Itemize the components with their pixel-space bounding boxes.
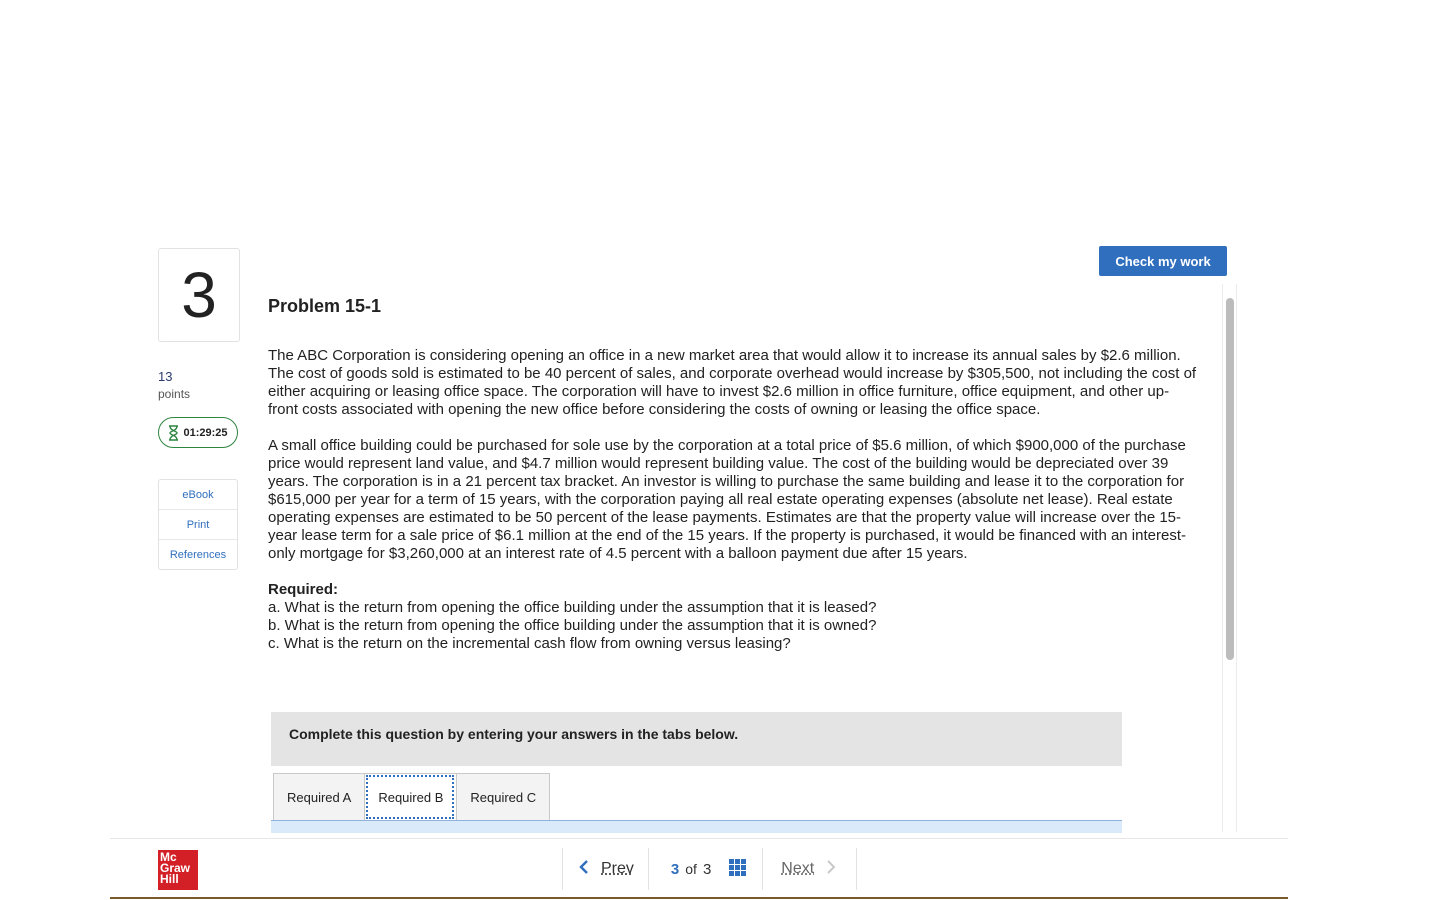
instructions-banner: Complete this question by entering your … [271, 712, 1122, 766]
prev-button[interactable]: Prev [562, 848, 649, 890]
required-item-c: c. What is the return on the incremental… [268, 635, 791, 652]
footer-bottom-border [110, 897, 1288, 899]
check-my-work-button[interactable]: Check my work [1099, 246, 1227, 276]
tab-required-a[interactable]: Required A [273, 773, 365, 821]
current-page: 3 [670, 860, 680, 878]
required-item-b: b. What is the return from opening the o… [268, 617, 877, 634]
scrollbar-thumb[interactable] [1226, 298, 1234, 660]
prev-label: Prev [601, 860, 634, 877]
problem-title: Problem 15-1 [268, 296, 382, 316]
timer-value: 01:29:25 [183, 426, 228, 439]
question-paragraph-1: The ABC Corporation is considering openi… [268, 347, 1197, 418]
tab-required-b[interactable]: Required B [364, 773, 457, 821]
required-heading: Required: [268, 581, 339, 598]
grid-icon [729, 858, 747, 880]
required-item-a: a. What is the return from opening the o… [268, 599, 877, 616]
tools-panel: eBook Print References [158, 479, 238, 570]
logo-line-3: Hill [160, 872, 179, 886]
points-label: points [158, 387, 191, 401]
answer-tabs: Required A Required B Required C [273, 773, 551, 821]
of-label: of [685, 861, 697, 877]
question-body: The ABC Corporation is considering openi… [268, 347, 1198, 653]
question-paragraph-2: A small office building could be purchas… [268, 437, 1186, 562]
next-label: Next [781, 860, 815, 877]
timer: 01:29:25 [158, 417, 238, 448]
chevron-right-icon [826, 859, 836, 879]
question-navigator[interactable]: 3 of 3 [649, 848, 764, 890]
total-pages: 3 [702, 860, 712, 878]
chevron-left-icon [579, 859, 589, 879]
ebook-link[interactable]: eBook [159, 480, 237, 510]
mcgraw-hill-logo: Mc Graw Hill [158, 850, 198, 890]
next-button[interactable]: Next [763, 848, 858, 890]
references-link[interactable]: References [159, 540, 237, 569]
pagination: Prev 3 of 3 Next [562, 848, 858, 890]
footer-divider [110, 838, 1288, 839]
question-number: 3 [158, 248, 240, 342]
tab-content-area [271, 820, 1122, 833]
points-value: 13 [158, 369, 173, 384]
tab-required-c[interactable]: Required C [456, 773, 551, 821]
hourglass-icon [168, 424, 179, 441]
print-link[interactable]: Print [159, 510, 237, 540]
